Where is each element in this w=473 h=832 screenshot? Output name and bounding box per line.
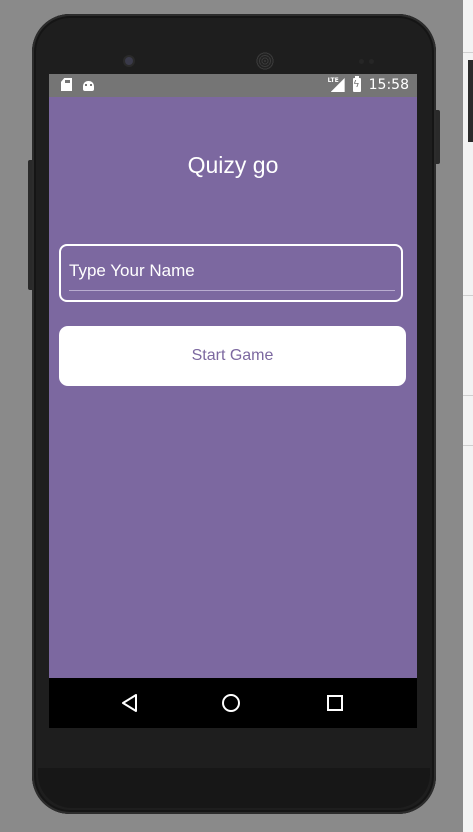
proximity-sensor [359,59,364,64]
recent-apps-icon[interactable] [327,695,343,711]
device-screen: LTE 15:58 Quizy go Start Game [49,74,417,728]
divider [463,52,473,53]
host-window-edge [463,0,473,832]
status-bar: LTE 15:58 [49,74,417,97]
front-camera [125,57,133,65]
earpiece-speaker [256,52,274,70]
divider [463,295,473,296]
name-field[interactable] [59,244,403,302]
light-sensor [369,59,374,64]
android-icon [82,78,95,91]
app-title: Quizy go [187,152,279,178]
status-clock: 15:58 [368,77,409,93]
start-game-button[interactable]: Start Game [59,326,406,386]
divider [463,445,473,446]
network-type: LTE [327,77,339,84]
sd-card-icon [61,78,72,91]
name-input[interactable] [69,252,395,291]
battery-charging-icon [352,76,361,92]
signal-icon: LTE [327,77,345,92]
navigation-bar [49,678,417,728]
quiz-main-screen: Quizy go Start Game [49,97,417,678]
host-window-panel [468,60,473,142]
back-icon[interactable] [121,694,139,712]
home-icon[interactable] [222,694,240,712]
divider [463,395,473,396]
